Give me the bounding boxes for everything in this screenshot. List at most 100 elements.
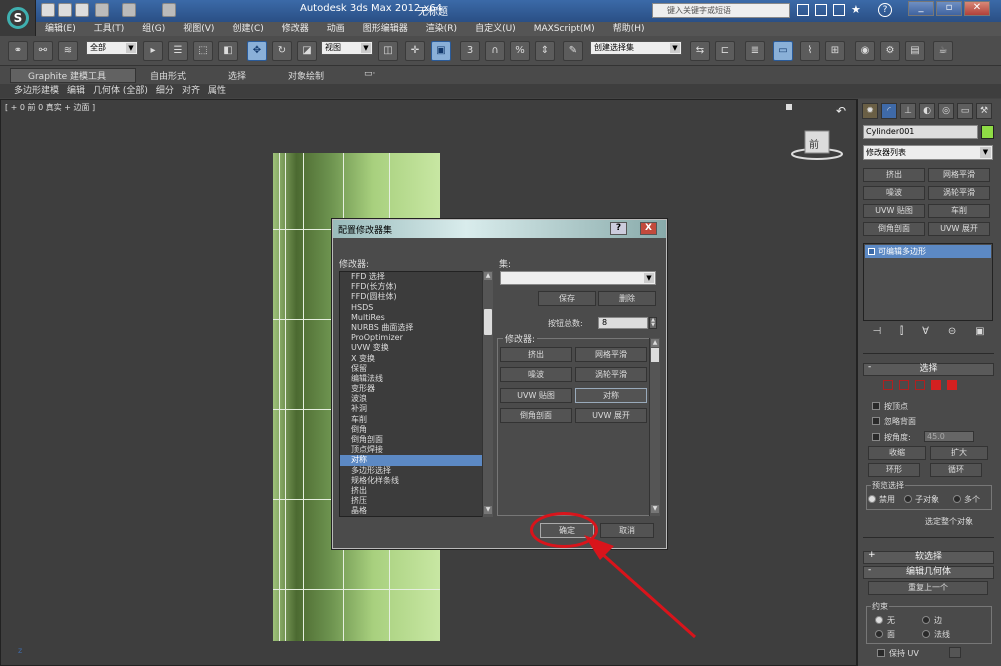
set-button-unwrap-uvw[interactable]: UVW 展开: [575, 408, 647, 423]
align-icon[interactable]: ⊏: [715, 41, 735, 61]
modifier-list-item[interactable]: 保留: [340, 364, 492, 374]
home-view-icon[interactable]: ↶: [836, 104, 846, 118]
close-window-button[interactable]: ✕: [964, 1, 990, 16]
modifiers-listbox[interactable]: FFD 选择 FFD(长方体) FFD(圆柱体) HSDS MultiRes NURBS …: [339, 271, 493, 517]
menu-graph-editors[interactable]: 图形编辑器: [354, 22, 417, 36]
unlink-icon[interactable]: ⚯: [33, 41, 53, 61]
menu-rendering[interactable]: 渲染(R): [417, 22, 466, 36]
scroll-down-icon[interactable]: ▼: [484, 506, 492, 514]
undo-icon[interactable]: [95, 3, 109, 17]
restore-button[interactable]: ▫: [936, 1, 962, 16]
set-button-noise[interactable]: 噪波: [500, 367, 572, 382]
percent-snap-icon[interactable]: %: [510, 41, 530, 61]
modset-unwrap-uvw-button[interactable]: UVW 展开: [928, 222, 990, 236]
remove-modifier-icon[interactable]: ⊝: [948, 326, 956, 340]
ribbon-panel-properties[interactable]: 属性: [204, 84, 230, 98]
select-object-icon[interactable]: ▸: [143, 41, 163, 61]
scroll-thumb[interactable]: [651, 348, 659, 362]
constraint-normal-radio[interactable]: [922, 630, 930, 638]
menu-edit[interactable]: 编辑(E): [36, 22, 85, 36]
modifier-list-item[interactable]: 对称: [340, 455, 492, 466]
modifier-list-item[interactable]: ProOptimizer: [340, 333, 492, 343]
schematic-view-icon[interactable]: ⊞: [825, 41, 845, 61]
modifier-list-item[interactable]: NURBS 曲面选择: [340, 323, 492, 333]
object-color-swatch[interactable]: [981, 125, 994, 139]
constraint-face-radio[interactable]: [875, 630, 883, 638]
edge-level-icon[interactable]: [899, 380, 909, 390]
scroll-up-icon[interactable]: ▲: [651, 339, 659, 347]
hierarchy-tab-icon[interactable]: ⊥: [900, 103, 916, 119]
viewport-label[interactable]: [ + 0 前 0 真实 + 边面 ]: [5, 102, 95, 113]
redo-icon[interactable]: [122, 3, 136, 17]
make-unique-icon[interactable]: ∀: [922, 326, 929, 340]
spinner-snap-icon[interactable]: ⇕: [535, 41, 555, 61]
scroll-down-icon[interactable]: ▼: [651, 505, 659, 513]
preserve-uv-settings-icon[interactable]: [949, 647, 961, 658]
ribbon-panel-edit[interactable]: 编辑: [63, 84, 89, 98]
repeat-last-button[interactable]: 重复上一个: [868, 581, 988, 595]
display-tab-icon[interactable]: ◎: [938, 103, 954, 119]
border-level-icon[interactable]: [915, 380, 925, 390]
mirror-icon[interactable]: ⇆: [690, 41, 710, 61]
preview-off-radio[interactable]: [868, 495, 876, 503]
select-scale-icon[interactable]: ◪: [297, 41, 317, 61]
modify-tab-icon[interactable]: ◜: [881, 103, 897, 119]
modset-bevel-profile-button[interactable]: 倒角剖面: [863, 222, 925, 236]
modifier-list-item[interactable]: 变形器: [340, 384, 492, 394]
modifier-list-dropdown[interactable]: 修改器列表 ▼: [863, 145, 993, 160]
modset-lathe-button[interactable]: 车削: [928, 204, 990, 218]
select-move-icon[interactable]: ✥: [247, 41, 267, 61]
rectangular-region-icon[interactable]: ⬚: [193, 41, 213, 61]
open-file-icon[interactable]: [58, 3, 72, 17]
modifier-list-item[interactable]: 多边形选择: [340, 466, 492, 476]
modifier-list-item[interactable]: UVW 变换: [340, 343, 492, 353]
create-tab-icon[interactable]: ✹: [862, 103, 878, 119]
angle-spinner[interactable]: 45.0: [924, 431, 974, 442]
preview-subobject-radio[interactable]: [904, 495, 912, 503]
modifier-list-item[interactable]: 车削: [340, 415, 492, 425]
binoculars-icon[interactable]: [797, 4, 809, 16]
edit-named-selection-icon[interactable]: ✎: [563, 41, 583, 61]
shrink-button[interactable]: 收缩: [868, 446, 926, 460]
button-count-spinner[interactable]: 8: [598, 317, 648, 329]
modifier-list-item[interactable]: FFD 选择: [340, 272, 492, 282]
preserve-uv-checkbox[interactable]: [877, 649, 885, 657]
menu-customize[interactable]: 自定义(U): [466, 22, 525, 36]
app-logo-button[interactable]: S: [0, 0, 36, 36]
modifier-list-item[interactable]: 挤出: [340, 486, 492, 496]
menu-create[interactable]: 创建(C): [223, 22, 272, 36]
window-crossing-icon[interactable]: ◧: [218, 41, 238, 61]
spinner-arrows-icon[interactable]: ▲ ▼: [649, 317, 657, 329]
rollout-edit-geometry-header[interactable]: 编辑几何体: [863, 566, 994, 579]
render-production-icon[interactable]: ☕: [933, 41, 953, 61]
modifier-list-item[interactable]: 补洞: [340, 404, 492, 414]
by-angle-checkbox[interactable]: [872, 433, 880, 441]
polygon-level-icon[interactable]: [931, 380, 941, 390]
search-input[interactable]: 键入关键字或短语: [652, 3, 790, 18]
collapse-minus-icon[interactable]: -: [868, 565, 871, 575]
modifier-list-item[interactable]: 晶格: [340, 506, 492, 516]
modset-extrude-button[interactable]: 挤出: [863, 168, 925, 182]
select-by-name-icon[interactable]: ☰: [168, 41, 188, 61]
set-button-turbosmooth[interactable]: 涡轮平滑: [575, 367, 647, 382]
ribbon-panel-geometry[interactable]: 几何体 (全部): [89, 84, 152, 98]
modifier-list-item[interactable]: 倒角: [340, 425, 492, 435]
modifier-list-item[interactable]: 规格化样条线: [340, 476, 492, 486]
grow-button[interactable]: 扩大: [930, 446, 988, 460]
pivot-center-icon[interactable]: ◫: [378, 41, 398, 61]
ribbon-tab-selection[interactable]: 选择: [228, 69, 246, 82]
selection-filter-dropdown[interactable]: 全部 ▼: [86, 41, 138, 55]
snaps-toggle-icon[interactable]: 3: [460, 41, 480, 61]
scroll-thumb[interactable]: [484, 309, 492, 335]
modifier-list-item[interactable]: 顶点焊接: [340, 445, 492, 455]
expand-plus-icon[interactable]: [868, 248, 875, 255]
keyboard-shortcut-override-icon[interactable]: ▣: [431, 41, 451, 61]
bind-spacewarp-icon[interactable]: ≋: [58, 41, 78, 61]
preview-multi-radio[interactable]: [953, 495, 961, 503]
menu-help[interactable]: 帮助(H): [604, 22, 654, 36]
favorites-star-icon[interactable]: ★: [851, 4, 863, 16]
ignore-backfacing-checkbox[interactable]: [872, 417, 880, 425]
menu-tools[interactable]: 工具(T): [85, 22, 134, 36]
element-level-icon[interactable]: [947, 380, 957, 390]
set-button-meshsmooth[interactable]: 网格平滑: [575, 347, 647, 362]
